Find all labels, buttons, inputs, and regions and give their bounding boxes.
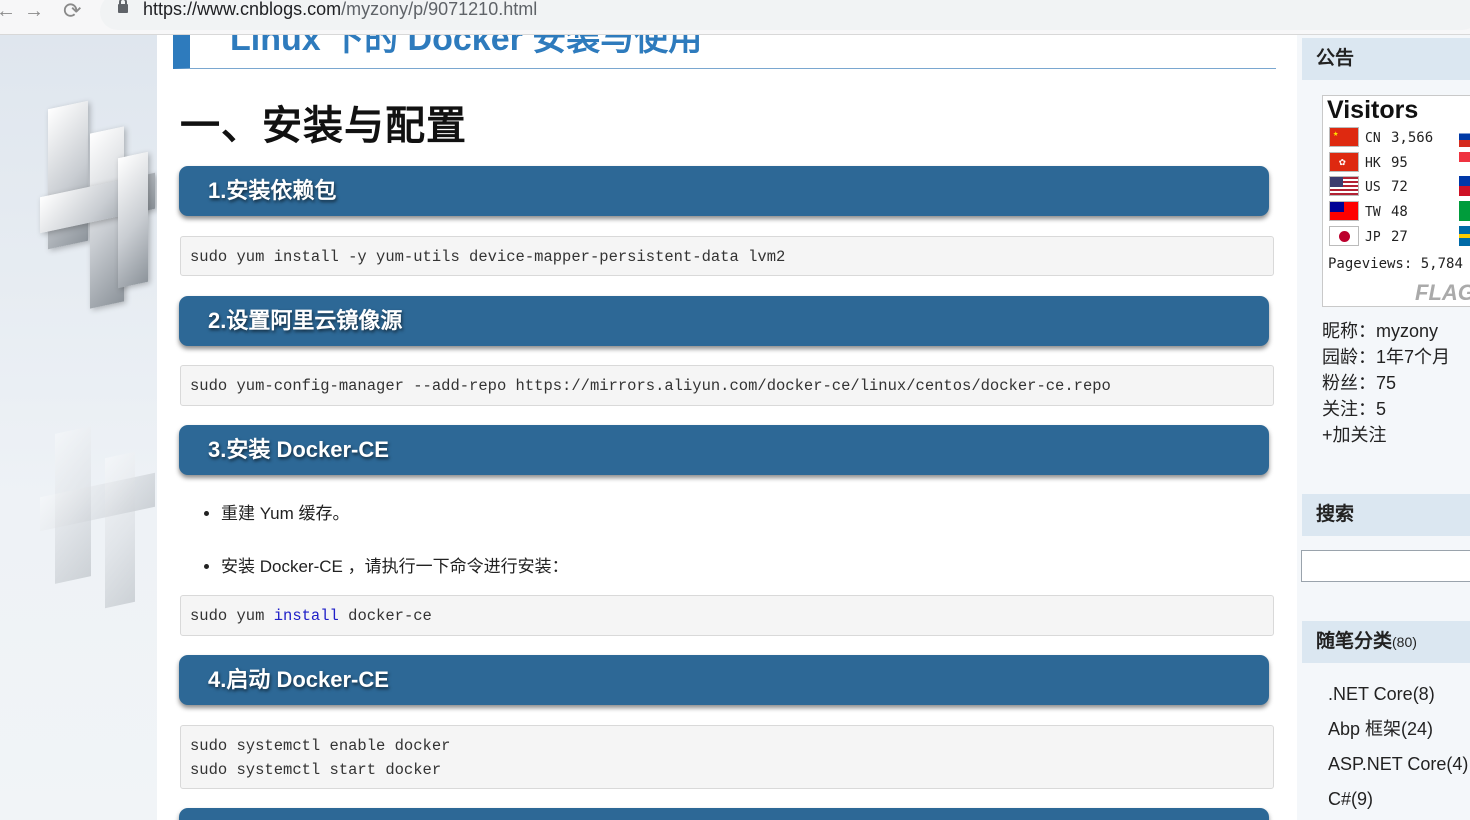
flag-cn-icon: ★ — [1329, 127, 1359, 147]
visitors-title: Visitors — [1327, 96, 1419, 124]
flag-us-icon — [1329, 176, 1359, 196]
country-code: US — [1365, 180, 1381, 195]
category-link[interactable]: C#(9) — [1328, 782, 1468, 817]
section-heading-3: 3.安装 Docker-CE — [179, 425, 1269, 475]
country-code: JP — [1365, 230, 1381, 245]
code-block-3: sudo yum install docker-ce — [180, 595, 1274, 636]
url-host: https://www.cnblogs.com — [143, 0, 342, 19]
search-title: 搜索 — [1302, 494, 1470, 536]
flag-hk-icon: ✿ — [1329, 152, 1359, 172]
flag-counter-logo: FLAG counter — [1415, 280, 1470, 306]
url-path: /myzony/p/9071210.html — [341, 0, 538, 19]
profile-nickname[interactable]: 昵称：myzony — [1322, 318, 1450, 344]
nickname-text: 昵称：myzony — [1322, 321, 1439, 341]
category-link[interactable]: ASP.NET Core(4) — [1328, 747, 1468, 782]
post-title-bar: Linux 下的 Docker 安装与使用 — [173, 35, 1276, 69]
section-heading-1: 1.安装依赖包 — [179, 166, 1269, 216]
flag-se-icon — [1459, 226, 1470, 246]
code-block-4: sudo systemctl enable docker sudo system… — [180, 725, 1274, 789]
code-text: docker-ce — [338, 607, 432, 625]
profile-follow[interactable]: 关注：5 — [1322, 396, 1450, 422]
flag-tw-icon — [1329, 201, 1359, 221]
category-title-text: 随笔分类 — [1316, 631, 1393, 652]
profile-fans[interactable]: 粉丝：75 — [1322, 370, 1450, 396]
visitor-count: 48 — [1391, 204, 1408, 220]
visitor-count: 95 — [1391, 155, 1408, 171]
lock-icon[interactable] — [118, 0, 128, 13]
code-line: sudo yum-config-manager --add-repo https… — [190, 377, 1111, 395]
flag-sg-icon — [1459, 152, 1470, 172]
code-line: sudo systemctl start docker — [190, 761, 442, 779]
article-body: Linux 下的 Docker 安装与使用 一、安装与配置 1.安装依赖包 su… — [157, 35, 1297, 820]
category-link[interactable]: Abp 框架(24) — [1328, 712, 1468, 747]
search-input[interactable] — [1301, 550, 1470, 582]
profile-age[interactable]: 园龄：1年7个月 — [1322, 344, 1450, 370]
url-text[interactable]: https://www.cnblogs.com/myzony/p/9071210… — [143, 0, 537, 20]
post-title[interactable]: Linux 下的 Docker 安装与使用 — [230, 35, 702, 60]
reload-icon[interactable]: ⟳ — [63, 0, 81, 24]
deco-block — [118, 151, 148, 289]
code-line: sudo systemctl enable docker — [190, 737, 451, 755]
code-block-1: sudo yum install -y yum-utils device-map… — [180, 236, 1274, 276]
visitor-count: 27 — [1391, 229, 1408, 245]
deco-block — [105, 451, 135, 609]
flag-jp-icon — [1329, 226, 1359, 246]
forward-arrow-icon[interactable]: → — [24, 0, 44, 24]
country-code: CN — [1365, 131, 1381, 146]
category-link[interactable]: .NET Core(8) — [1328, 677, 1468, 712]
list-item: 安装 Docker-CE ，请执行一下命令进行安装： — [221, 552, 569, 577]
code-text: sudo yum — [190, 607, 274, 625]
back-arrow-icon[interactable]: ← — [0, 0, 16, 24]
flag-br-icon — [1459, 201, 1470, 221]
page-background-decoration — [0, 35, 157, 820]
category-title: 随笔分类(80) — [1302, 621, 1470, 663]
flag-counter-logo-text: FLAG counter — [1415, 280, 1470, 305]
heading-install-config: 一、安装与配置 — [180, 104, 467, 148]
country-code: HK — [1365, 156, 1381, 171]
pageviews-value: 5,784 — [1420, 256, 1463, 272]
code-keyword: install — [273, 607, 339, 625]
profile-info: 昵称：myzony 园龄：1年7个月 粉丝：75 关注：5 +加关注 — [1322, 318, 1450, 448]
section-heading-4: 4.启动 Docker-CE — [179, 655, 1269, 705]
category-count: (80) — [1392, 634, 1417, 650]
visitor-count: 3,566 — [1391, 130, 1434, 146]
country-code: TW — [1365, 205, 1381, 220]
flag-ph-icon — [1459, 176, 1470, 196]
list-item: 重建 Yum 缓存。 — [221, 499, 569, 524]
section-heading-2: 2.设置阿里云镜像源 — [179, 296, 1269, 346]
pageviews: Pageviews: 5,784 — [1328, 256, 1463, 272]
browser-toolbar: ← → ⟳ https://www.cnblogs.com/myzony/p/9… — [0, 0, 1470, 35]
pageviews-label: Pageviews: — [1328, 256, 1413, 272]
bullet-list: 重建 Yum 缓存。 安装 Docker-CE ，请执行一下命令进行安装： — [221, 499, 569, 605]
code-block-2: sudo yum-config-manager --add-repo https… — [180, 365, 1274, 406]
notice-title: 公告 — [1302, 38, 1470, 80]
section-heading-next — [179, 808, 1269, 820]
add-follow-link[interactable]: +加关注 — [1322, 422, 1450, 448]
flag-ru-icon — [1459, 127, 1470, 147]
flag-counter-widget[interactable]: Visitors ★ CN 3,566 ✿ HK 95 US 72 TW 48 … — [1322, 95, 1470, 307]
visitor-count: 72 — [1391, 179, 1408, 195]
category-list: .NET Core(8) Abp 框架(24) ASP.NET Core(4) … — [1328, 677, 1468, 817]
code-line: sudo yum install -y yum-utils device-map… — [190, 248, 786, 266]
sidebar: 公告 Visitors ★ CN 3,566 ✿ HK 95 US 72 TW … — [1297, 35, 1470, 820]
